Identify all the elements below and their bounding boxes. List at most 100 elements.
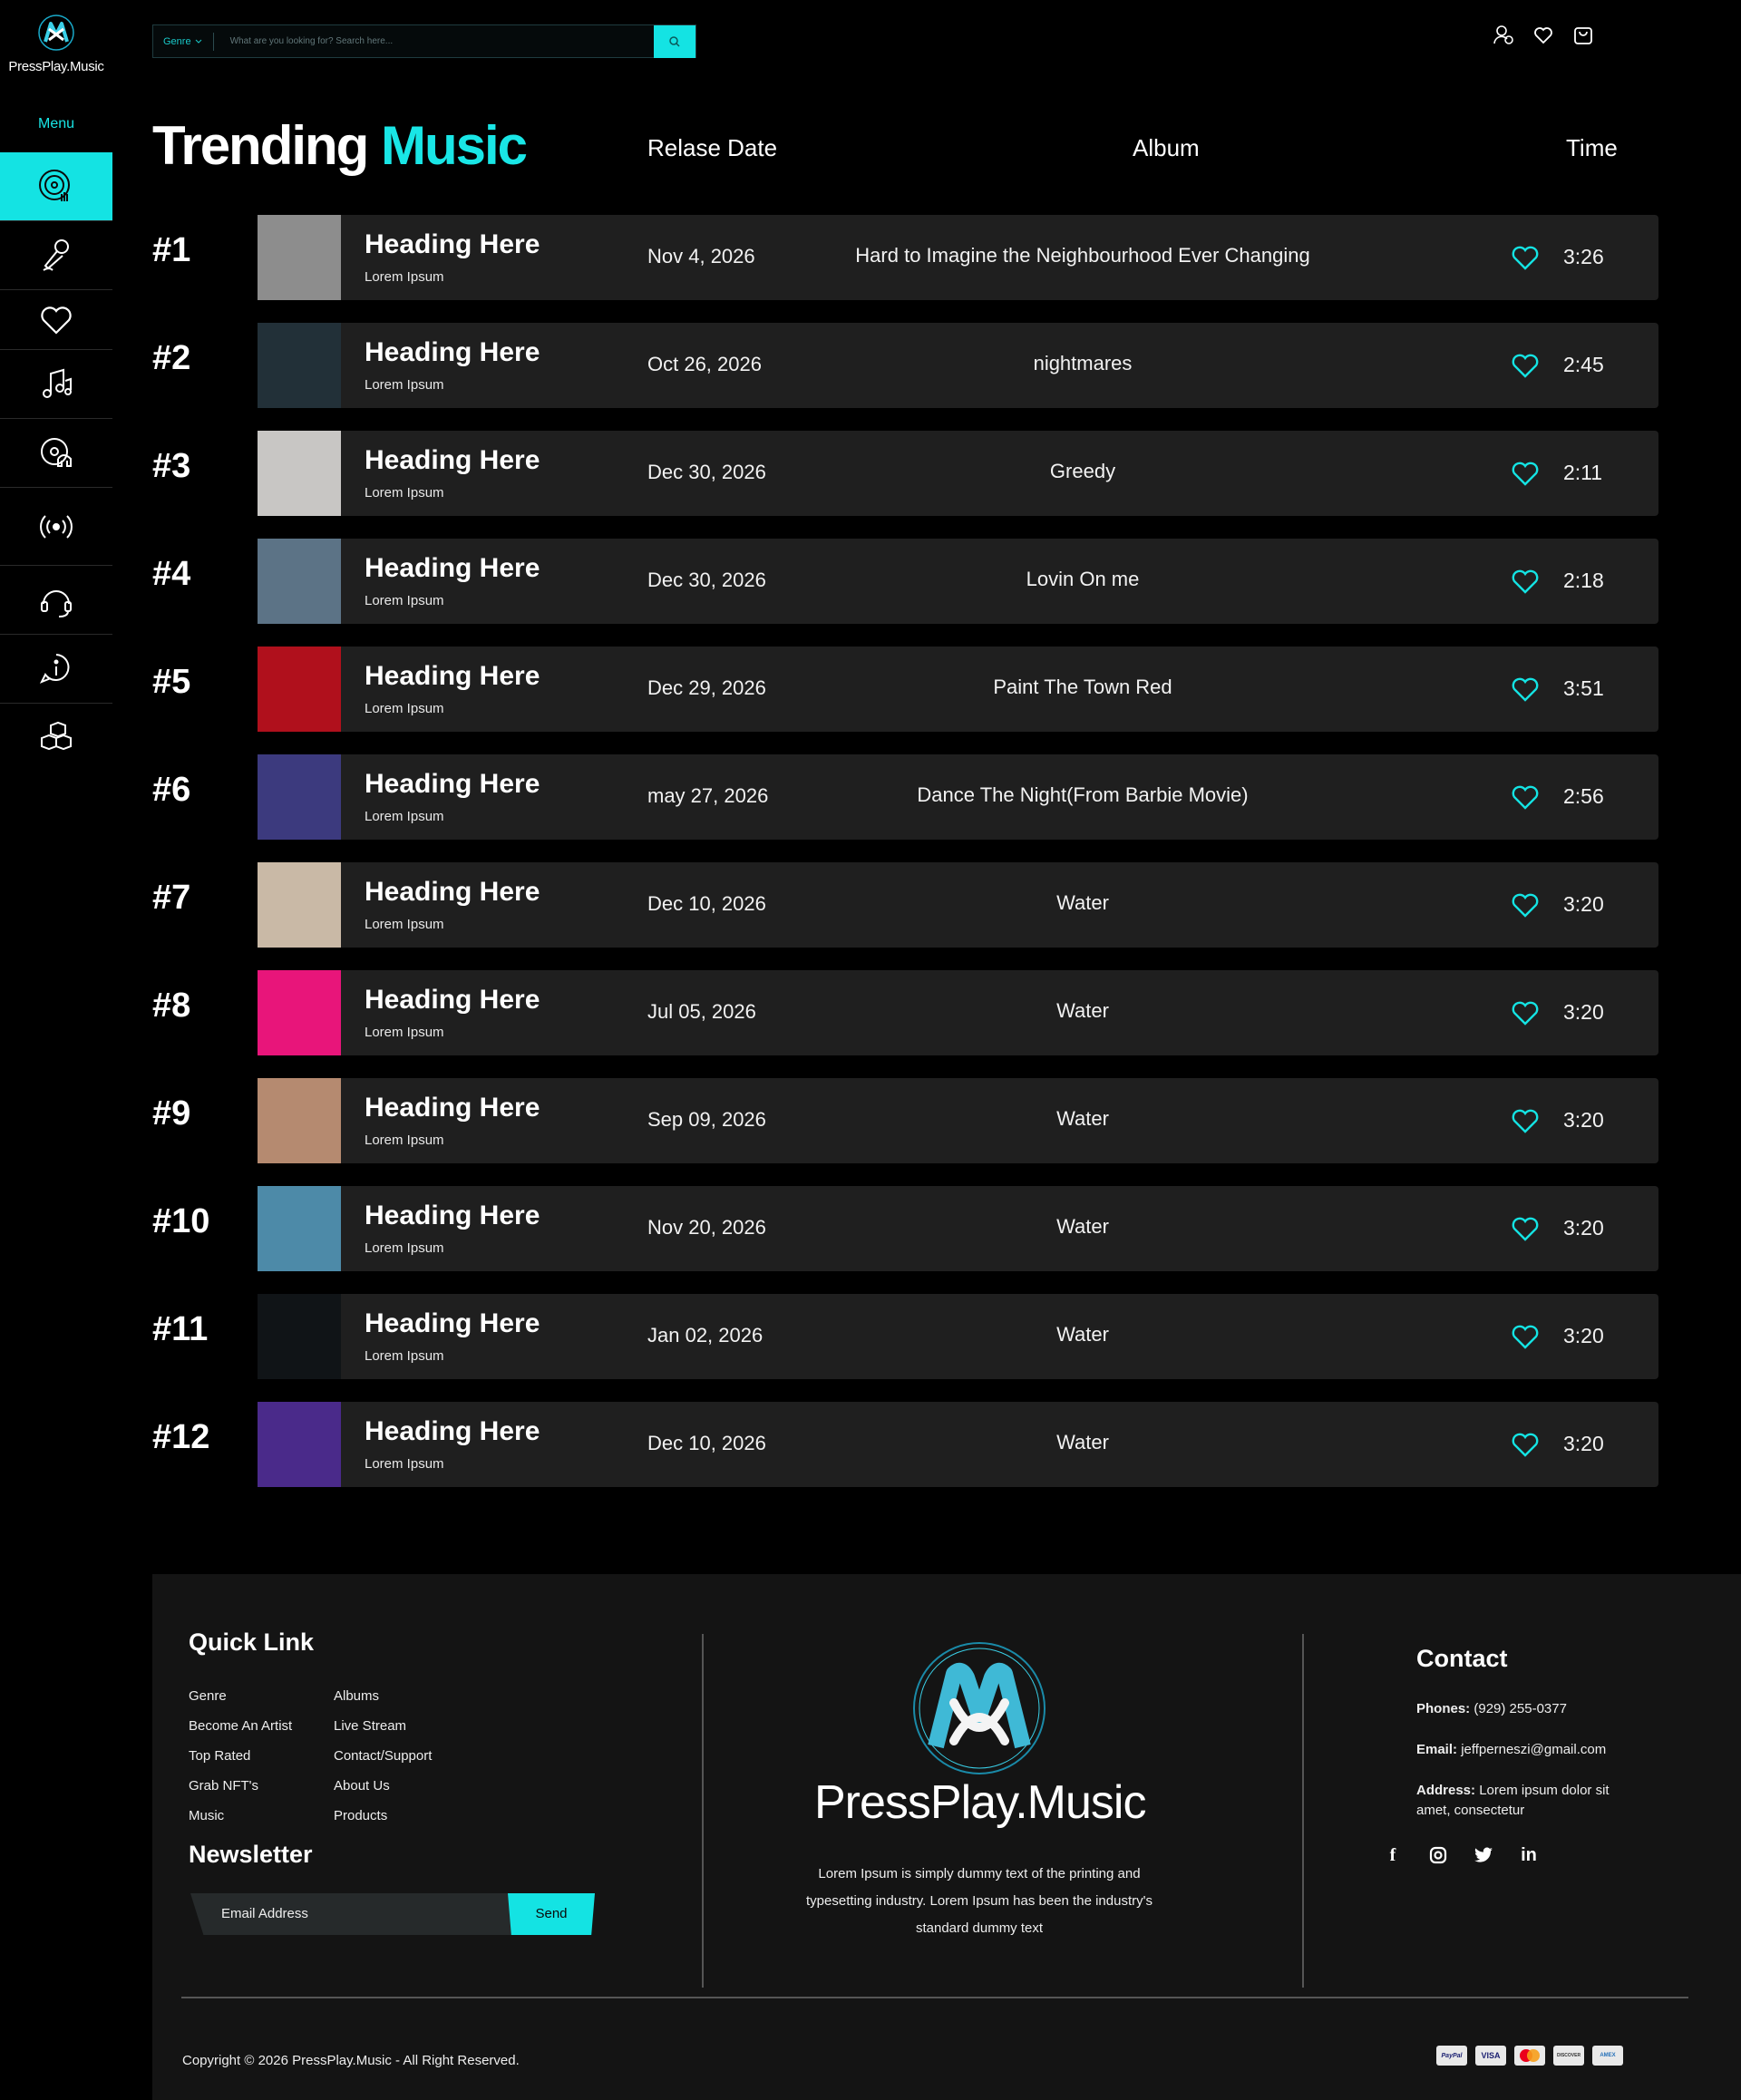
quick-link[interactable]: Contact/Support (334, 1748, 432, 1764)
sidebar-item-microphone[interactable] (0, 221, 112, 290)
album-cover[interactable] (258, 539, 341, 624)
sidebar-item-live[interactable] (0, 488, 112, 566)
track-release-date: Dec 30, 2026 (647, 461, 766, 483)
quick-link[interactable]: Top Rated (189, 1748, 250, 1764)
track-heading[interactable]: Heading Here (365, 229, 540, 260)
contact-email-value[interactable]: jeffperneszi@gmail.com (1461, 1742, 1606, 1757)
headphones-disc-icon (41, 437, 72, 467)
track-release-date: Dec 29, 2026 (647, 676, 766, 699)
track-row[interactable]: Heading Here Lorem Ipsum Sep 09, 2026 Water… (258, 1078, 1658, 1163)
contact-title: Contact (1416, 1645, 1508, 1672)
heart-icon[interactable] (1509, 564, 1542, 597)
track-row[interactable]: Heading Here Lorem Ipsum may 27, 2026 Dance… (258, 754, 1658, 840)
sidebar-item-vinyl[interactable] (0, 152, 112, 221)
newsletter-title: Newsletter (189, 1841, 313, 1868)
track-row[interactable]: Heading Here Lorem Ipsum Dec 10, 2026 Water… (258, 862, 1658, 948)
quick-link[interactable]: Albums (334, 1688, 379, 1704)
quick-link[interactable]: Grab NFT's (189, 1778, 258, 1794)
heart-icon[interactable] (1509, 1103, 1542, 1136)
heart-icon[interactable] (1509, 780, 1542, 812)
album-cover[interactable] (258, 1078, 341, 1163)
sidebar-item-music[interactable] (0, 350, 112, 419)
album-cover[interactable] (258, 862, 341, 948)
track-row[interactable]: Heading Here Lorem Ipsum Nov 20, 2026 Water… (258, 1186, 1658, 1271)
sidebar-item-products[interactable] (0, 704, 112, 773)
heart-icon[interactable] (1509, 1319, 1542, 1352)
microphone-icon (43, 238, 69, 271)
footer-divider-left (702, 1634, 704, 1988)
quick-link[interactable]: Become An Artist (189, 1718, 292, 1734)
instagram-icon[interactable] (1427, 1844, 1449, 1866)
track-heading[interactable]: Heading Here (365, 877, 540, 908)
track-subtitle: Lorem Ipsum (365, 1025, 444, 1040)
brand-logo[interactable]: PressPlay.Music (0, 13, 112, 74)
album-cover[interactable] (258, 754, 341, 840)
track-heading[interactable]: Heading Here (365, 1308, 540, 1339)
album-cover[interactable] (258, 970, 341, 1055)
newsletter-email-input[interactable]: Email Address (190, 1893, 517, 1935)
track-heading[interactable]: Heading Here (365, 985, 540, 1016)
user-icon[interactable] (1493, 24, 1514, 45)
track-row[interactable]: Heading Here Lorem Ipsum Jul 05, 2026 Water… (258, 970, 1658, 1055)
sidebar-item-about[interactable] (0, 635, 112, 704)
track-heading[interactable]: Heading Here (365, 1201, 540, 1231)
search-input[interactable]: What are you looking for? Search here... (214, 36, 654, 46)
heart-icon[interactable] (1509, 888, 1542, 920)
track-rank: #1 (152, 231, 191, 269)
logo-mark-icon (38, 15, 74, 51)
track-heading[interactable]: Heading Here (365, 661, 540, 692)
twitter-icon[interactable] (1473, 1844, 1494, 1866)
heart-icon[interactable] (1509, 240, 1542, 273)
track-rank: #6 (152, 771, 191, 809)
album-cover[interactable] (258, 323, 341, 408)
track-row[interactable]: Heading Here Lorem Ipsum Nov 4, 2026 Hard t… (258, 215, 1658, 300)
track-subtitle: Lorem Ipsum (365, 1240, 444, 1256)
heart-icon[interactable] (1509, 996, 1542, 1028)
genre-dropdown[interactable]: Genre (153, 32, 214, 51)
track-release-date: Dec 10, 2026 (647, 892, 766, 915)
heart-icon[interactable] (1509, 672, 1542, 705)
track-row[interactable]: Heading Here Lorem Ipsum Dec 30, 2026 Lovin… (258, 539, 1658, 624)
linkedin-icon[interactable]: in (1518, 1844, 1540, 1866)
heart-icon[interactable] (1509, 1427, 1542, 1460)
track-row[interactable]: Heading Here Lorem Ipsum Oct 26, 2026 night… (258, 323, 1658, 408)
wishlist-heart-icon[interactable] (1532, 24, 1554, 45)
sidebar-item-favorites[interactable] (0, 290, 112, 350)
sidebar-item-headphones-disc[interactable] (0, 419, 112, 488)
heart-icon[interactable] (1509, 348, 1542, 381)
quick-link[interactable]: Live Stream (334, 1718, 406, 1734)
track-row[interactable]: Heading Here Lorem Ipsum Dec 29, 2026 Paint… (258, 647, 1658, 732)
quick-link[interactable]: Genre (189, 1688, 227, 1704)
quick-link[interactable]: About Us (334, 1778, 390, 1794)
newsletter-send-button[interactable]: Send (508, 1893, 595, 1935)
album-cover[interactable] (258, 431, 341, 516)
facebook-icon[interactable]: f (1382, 1844, 1404, 1866)
track-heading[interactable]: Heading Here (365, 769, 540, 800)
heart-icon[interactable] (1509, 456, 1542, 489)
track-subtitle: Lorem Ipsum (365, 1456, 444, 1472)
track-heading[interactable]: Heading Here (365, 445, 540, 476)
track-row[interactable]: Heading Here Lorem Ipsum Dec 30, 2026 Greed… (258, 431, 1658, 516)
track-duration: 3:20 (1563, 1108, 1604, 1132)
album-cover[interactable] (258, 1186, 341, 1271)
album-cover[interactable] (258, 1402, 341, 1487)
track-heading[interactable]: Heading Here (365, 1416, 540, 1447)
track-heading[interactable]: Heading Here (365, 337, 540, 368)
album-cover[interactable] (258, 647, 341, 732)
track-subtitle: Lorem Ipsum (365, 917, 444, 932)
track-row[interactable]: Heading Here Lorem Ipsum Jan 02, 2026 Water… (258, 1294, 1658, 1379)
heart-icon[interactable] (1509, 1211, 1542, 1244)
track-heading[interactable]: Heading Here (365, 1093, 540, 1123)
genre-label: Genre (163, 35, 191, 47)
quick-link[interactable]: Music (189, 1808, 224, 1823)
sidebar-item-support[interactable] (0, 566, 112, 635)
album-cover[interactable] (258, 1294, 341, 1379)
cart-icon[interactable] (1572, 24, 1594, 45)
track-heading[interactable]: Heading Here (365, 553, 540, 584)
track-row[interactable]: Heading Here Lorem Ipsum Dec 10, 2026 Water… (258, 1402, 1658, 1487)
footer-brand-name: PressPlay.Music (814, 1776, 1146, 1829)
quick-link[interactable]: Products (334, 1808, 387, 1823)
search-button[interactable] (654, 24, 695, 58)
track-rank: #11 (152, 1310, 209, 1348)
album-cover[interactable] (258, 215, 341, 300)
